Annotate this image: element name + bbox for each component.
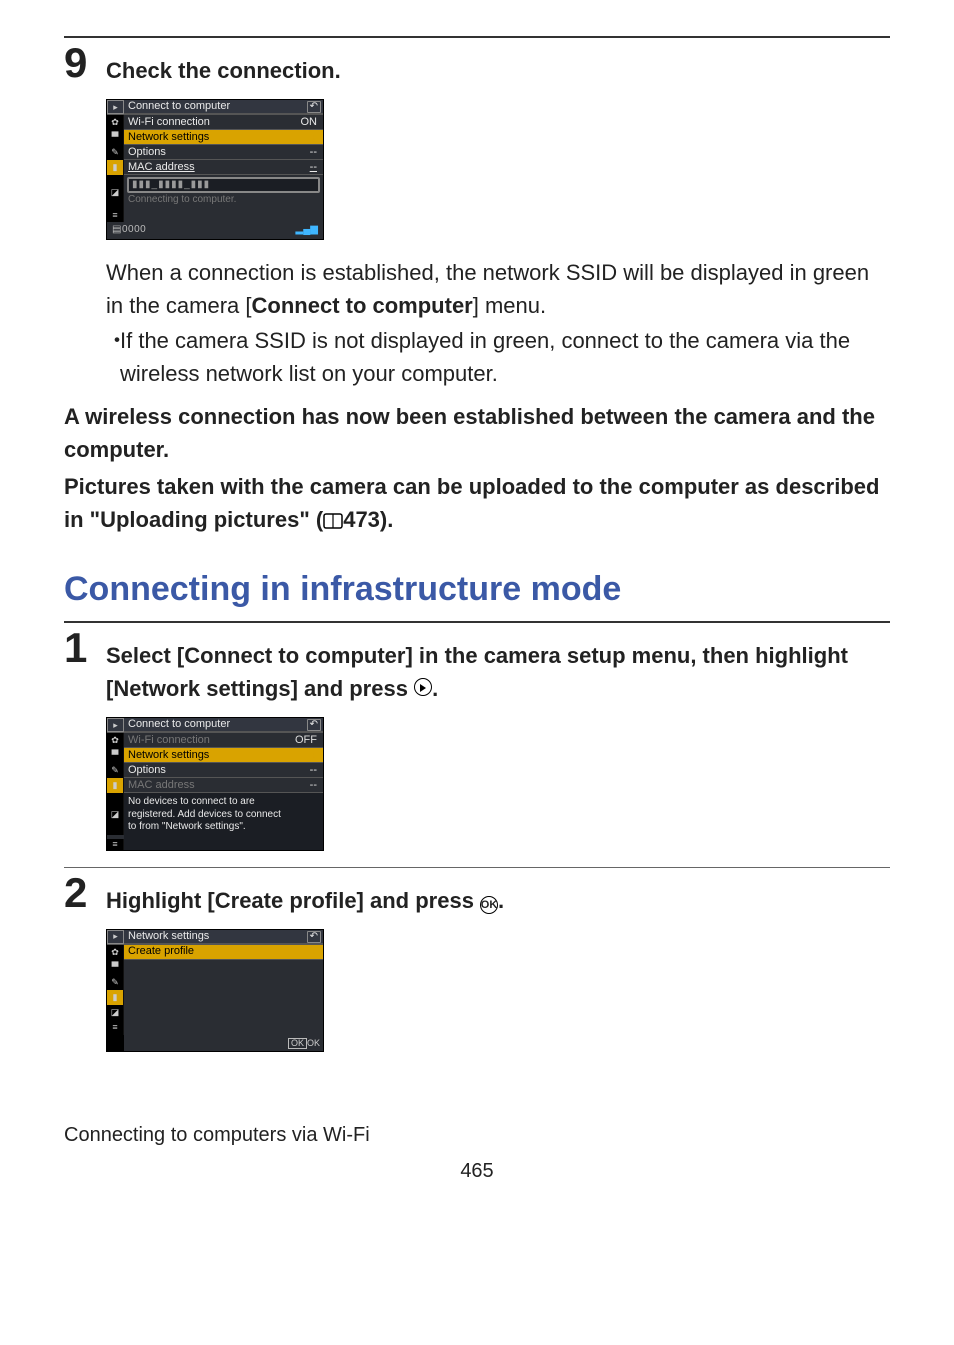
step-number: 1 <box>64 627 106 669</box>
step-9: 9 Check the connection. <box>64 42 890 87</box>
camera-menu-title: Network settings ↶ <box>124 930 323 944</box>
movie-icon: ▝▘ <box>108 963 122 972</box>
movie-icon: ▝▘ <box>108 133 122 142</box>
camera-help-message: No devices to connect to are registered.… <box>124 793 323 839</box>
retouch-icon: ◪ <box>111 810 120 819</box>
antenna-icon: ▮ <box>113 993 118 1002</box>
step9-bullet: ・ If the camera SSID is not displayed in… <box>106 324 890 390</box>
camera-menu-row-create-profile: Create profile ▸ <box>124 945 323 960</box>
step-title: Check the connection. <box>106 42 890 87</box>
play-icon: ▸ <box>113 932 118 941</box>
camera-menu-title: Connect to computer ↶ <box>124 100 323 114</box>
play-icon: ▸ <box>113 103 118 112</box>
camera-menu-row-options: Options -- <box>124 145 323 160</box>
step-number: 9 <box>64 42 106 84</box>
camera-connecting-text: Connecting to computer. <box>124 195 323 207</box>
camera-screenshot-step2: ▸ Network settings ↶ ✿ Create profile ▸ … <box>106 929 890 1052</box>
result-paragraph-1: A wireless connection has now been estab… <box>64 400 890 466</box>
camera-icon: ✿ <box>111 736 119 745</box>
footer-chapter-title: Connecting to computers via Wi-Fi <box>64 1120 890 1150</box>
camera-menu-row-network-highlighted: Network settings --▸ <box>124 748 323 763</box>
camera-menu-row-network-highlighted: Network settings --▸ <box>124 130 323 145</box>
section-divider <box>64 36 890 38</box>
camera-ok-indicator: OKOK <box>288 1038 320 1049</box>
sd-icon: ▤ <box>112 224 122 235</box>
right-button-icon <box>414 678 432 696</box>
chevron-right-icon: ▸ <box>311 132 319 143</box>
step-title: Highlight [Create profile] and press OK. <box>106 872 890 917</box>
antenna-icon: ▮ <box>113 781 118 790</box>
retouch-icon: ◪ <box>111 188 120 197</box>
camera-icon: ✿ <box>111 118 119 127</box>
back-icon: ↶ <box>307 931 321 943</box>
ok-button-icon: OK <box>480 896 498 914</box>
mymenu-icon: ≡ <box>112 840 117 849</box>
step-title: Select [Connect to computer] in the came… <box>106 627 890 705</box>
signal-icon: ▂▄▆ <box>296 225 318 235</box>
camera-screenshot-step1: ▸ Connect to computer ↶ ✿ Wi-Fi connecti… <box>106 717 890 851</box>
camera-screenshot-connect: ▸ Connect to computer ↶ ✿ Wi-Fi connecti… <box>106 99 890 240</box>
step-2: 2 Highlight [Create profile] and press O… <box>64 872 890 917</box>
camera-ssid-box: ▮▮▮_▮▮▮▮_▮▮▮ <box>127 177 320 193</box>
retouch-icon: ◪ <box>111 1008 120 1017</box>
section-divider <box>64 621 890 623</box>
step9-paragraph: When a connection is established, the ne… <box>106 256 890 322</box>
back-icon: ↶ <box>307 101 321 113</box>
mymenu-icon: ≡ <box>112 1023 117 1032</box>
camera-menu-row-wifi: Wi-Fi connection ON <box>124 115 323 130</box>
step-number: 2 <box>64 872 106 914</box>
page-ref-icon <box>323 513 343 529</box>
pencil-icon: ✎ <box>111 148 119 157</box>
page-number: 465 <box>64 1156 890 1186</box>
mymenu-icon: ≡ <box>112 211 117 220</box>
step-divider <box>64 867 890 868</box>
section-heading: Connecting in infrastructure mode <box>64 564 890 615</box>
movie-icon: ▝▘ <box>108 751 122 760</box>
step-1: 1 Select [Connect to computer] in the ca… <box>64 627 890 705</box>
camera-menu-title: Connect to computer ↶ <box>124 718 323 732</box>
camera-menu-row-mac-dim: MAC address -- <box>124 778 323 793</box>
pencil-icon: ✎ <box>111 978 119 987</box>
result-paragraph-2: Pictures taken with the camera can be up… <box>64 470 890 536</box>
antenna-icon: ▮ <box>113 163 118 172</box>
camera-menu-row-wifi-dim: Wi-Fi connection OFF <box>124 733 323 748</box>
chevron-right-icon: ▸ <box>311 750 319 761</box>
camera-menu-row-options: Options -- <box>124 763 323 778</box>
camera-icon: ✿ <box>111 948 119 957</box>
camera-menu-row-mac: MAC address -- <box>124 160 323 175</box>
camera-status-bar: ▤0000 ▂▄▆ <box>107 222 323 239</box>
play-icon: ▸ <box>113 721 118 730</box>
back-icon: ↶ <box>307 719 321 731</box>
chevron-right-icon: ▸ <box>311 946 319 957</box>
pencil-icon: ✎ <box>111 766 119 775</box>
